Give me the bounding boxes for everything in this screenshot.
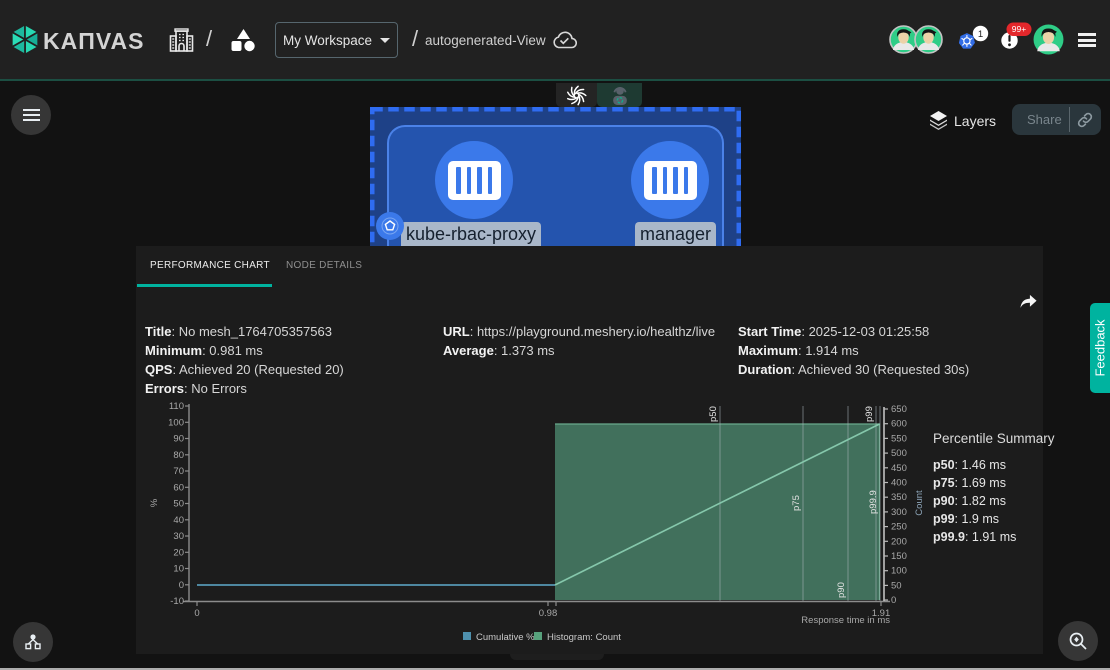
svg-text:%: %: [149, 498, 160, 507]
svg-text:70: 70: [173, 466, 184, 477]
svg-text:0: 0: [179, 580, 184, 591]
svg-text:250: 250: [891, 522, 907, 533]
svg-text:150: 150: [891, 551, 907, 562]
svg-text:Count: Count: [914, 490, 925, 516]
svg-text:0.98: 0.98: [539, 608, 558, 619]
svg-text:500: 500: [891, 448, 907, 459]
svg-text:90: 90: [173, 434, 184, 445]
svg-text:p99: p99: [864, 406, 875, 422]
svg-text:10: 10: [173, 564, 184, 575]
svg-text:0: 0: [891, 595, 896, 606]
svg-text:p50: p50: [708, 406, 719, 422]
svg-text:60: 60: [173, 482, 184, 493]
svg-text:650: 650: [891, 404, 907, 415]
svg-text:30: 30: [173, 531, 184, 542]
svg-text:50: 50: [891, 580, 902, 591]
svg-text:1: 1: [978, 29, 983, 40]
svg-text:200: 200: [891, 536, 907, 547]
svg-text:400: 400: [891, 478, 907, 489]
svg-text:100: 100: [168, 417, 184, 428]
svg-text:300: 300: [891, 507, 907, 518]
svg-text:80: 80: [173, 450, 184, 461]
svg-text:20: 20: [173, 547, 184, 558]
svg-text:p90: p90: [836, 582, 847, 598]
svg-text:550: 550: [891, 433, 907, 444]
svg-text:600: 600: [891, 419, 907, 430]
svg-text:Cumulative %: Cumulative %: [476, 632, 535, 643]
svg-text:100: 100: [891, 566, 907, 577]
svg-text:p99.9: p99.9: [868, 490, 879, 514]
svg-text:-10: -10: [170, 596, 184, 607]
svg-text:Response time in ms: Response time in ms: [801, 615, 890, 626]
svg-text:Histogram: Count: Histogram: Count: [547, 632, 621, 643]
svg-text:0: 0: [194, 608, 199, 619]
svg-text:110: 110: [169, 401, 184, 412]
svg-text:40: 40: [173, 515, 184, 526]
svg-text:450: 450: [891, 463, 907, 474]
svg-text:350: 350: [891, 492, 907, 503]
svg-text:99+: 99+: [1012, 24, 1026, 34]
svg-text:50: 50: [173, 499, 184, 510]
svg-text:p75: p75: [791, 495, 802, 511]
